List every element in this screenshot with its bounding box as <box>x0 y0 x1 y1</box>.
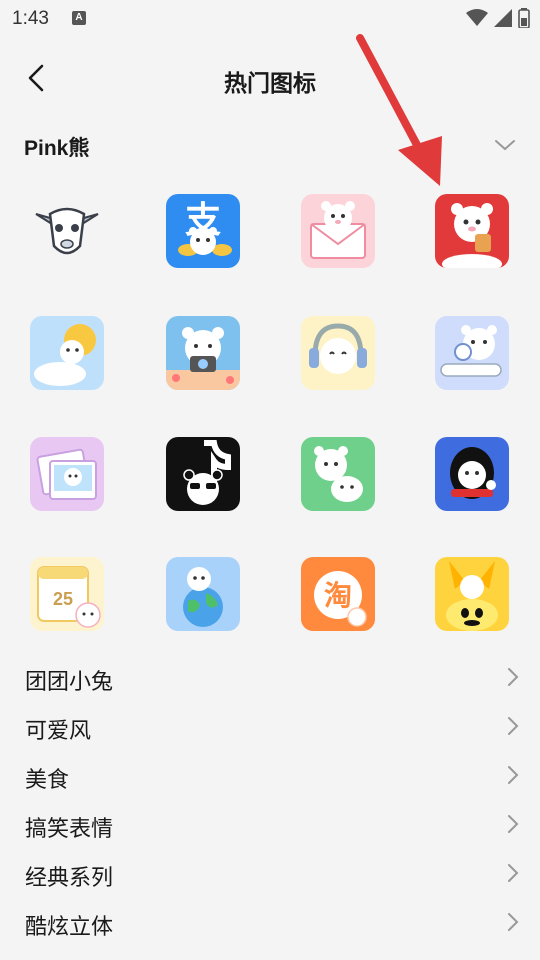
section-label: Pink熊 <box>24 137 90 160</box>
battery-icon <box>518 8 530 28</box>
gallery-bear-icon[interactable] <box>30 437 104 511</box>
list-item-label: 酷炫立体 <box>25 914 114 939</box>
fish-bear-icon[interactable] <box>435 557 509 631</box>
taobao-char: 淘 <box>324 580 352 611</box>
qq-bear-icon[interactable] <box>435 437 509 511</box>
chevron-right-icon <box>508 766 519 784</box>
chevron-right-icon <box>508 864 519 882</box>
status-time: 1:43 <box>12 8 49 29</box>
signal-icon <box>494 9 512 27</box>
goat-icon[interactable] <box>30 194 104 268</box>
weather-bear-icon[interactable] <box>30 316 104 390</box>
list-item[interactable]: 搞笑表情 <box>0 799 540 848</box>
chevron-down-icon[interactable] <box>494 136 516 154</box>
system-icons <box>466 8 530 28</box>
chevron-right-icon <box>508 815 519 833</box>
list-item[interactable]: 团团小兔 <box>0 652 540 701</box>
music-bear-icon[interactable] <box>301 316 375 390</box>
list-item[interactable]: 可爱风 <box>0 701 540 750</box>
notification-icon: A <box>72 11 86 25</box>
section-header[interactable]: Pink熊 <box>24 126 516 166</box>
browser-bear-icon[interactable] <box>166 557 240 631</box>
wechat-bear-icon[interactable] <box>301 437 375 511</box>
list-item-label: 可爱风 <box>25 718 92 743</box>
header: 热门图标 <box>0 48 540 108</box>
search-bear-icon[interactable] <box>435 316 509 390</box>
taobao-bear-icon[interactable]: 淘 <box>301 557 375 631</box>
calendar-bear-icon[interactable]: 25 <box>30 557 104 631</box>
list-item[interactable]: 酷炫立体 <box>0 897 540 946</box>
list-item-label: 团团小兔 <box>25 669 114 694</box>
list-item-label: 经典系列 <box>25 865 114 890</box>
status-bar: 1:43 A <box>0 0 540 36</box>
calendar-number: 25 <box>53 589 73 609</box>
alipay-bear-icon[interactable]: 支 <box>166 194 240 268</box>
page-title: 热门图标 <box>224 70 316 96</box>
list-item[interactable]: 经典系列 <box>0 848 540 897</box>
list-item[interactable]: 美食 <box>0 750 540 799</box>
chevron-right-icon <box>508 717 519 735</box>
chevron-right-icon <box>508 913 519 931</box>
wifi-icon <box>466 9 488 26</box>
list-item-label: 美食 <box>25 767 70 792</box>
red-bear-icon[interactable] <box>435 194 509 268</box>
mail-bear-icon[interactable] <box>301 194 375 268</box>
tiktok-bear-icon[interactable] <box>166 437 240 511</box>
camera-bear-icon[interactable] <box>166 316 240 390</box>
list-item-label: 搞笑表情 <box>25 816 114 841</box>
chevron-right-icon <box>508 668 519 686</box>
